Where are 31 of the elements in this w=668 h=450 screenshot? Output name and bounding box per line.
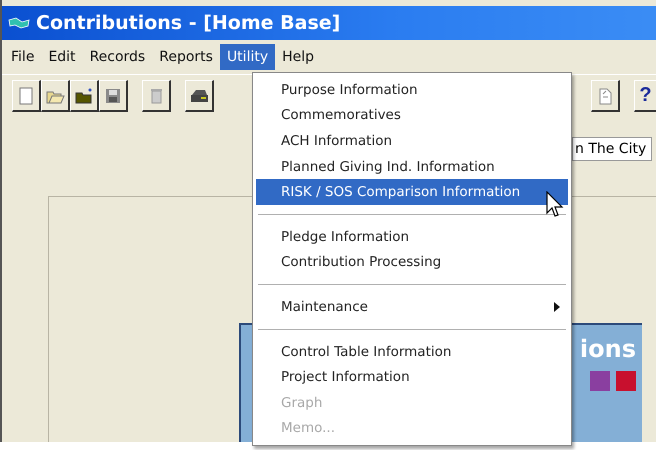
help-button[interactable]: ?: [634, 80, 656, 112]
menu-item[interactable]: Control Table Information: [256, 338, 568, 364]
square-icon: [616, 371, 636, 391]
window-title: Contributions - [Home Base]: [36, 12, 340, 34]
toolbar-button[interactable]: [41, 80, 70, 112]
menu-item[interactable]: Maintenance: [256, 294, 568, 320]
menu-bar-item[interactable]: Reports: [152, 44, 220, 70]
toolbar-button[interactable]: [591, 80, 620, 112]
menu-item[interactable]: ACH Information: [256, 128, 568, 154]
menu-bar-item[interactable]: Utility: [220, 44, 276, 70]
menu-bar-item[interactable]: Records: [82, 44, 152, 70]
folder-icon: [74, 86, 94, 106]
banner-text: ions: [580, 335, 636, 363]
menu-bar-item[interactable]: Edit: [41, 44, 83, 70]
toolbar-button[interactable]: [12, 80, 41, 112]
menu-item[interactable]: Project Information: [256, 364, 568, 390]
submenu-arrow-icon: [554, 302, 560, 312]
menu-bar-item[interactable]: Help: [275, 44, 322, 70]
toolbar-button[interactable]: [185, 80, 214, 112]
menu-item[interactable]: Pledge Information: [256, 224, 568, 250]
menu-item[interactable]: RISK / SOS Comparison Information: [256, 179, 568, 205]
toolbar-button[interactable]: [99, 80, 128, 112]
menu-item[interactable]: Contribution Processing: [256, 250, 568, 276]
menu-item[interactable]: Purpose Information: [256, 77, 568, 103]
menu-bar-item[interactable]: File: [4, 44, 42, 70]
toolbar-button[interactable]: [70, 80, 99, 112]
toolbar-button[interactable]: [142, 80, 171, 112]
menu-item[interactable]: Planned Giving Ind. Information: [256, 154, 568, 180]
square-icon: [590, 371, 610, 391]
location-field[interactable]: n The City: [572, 137, 652, 161]
menu-item[interactable]: Commemoratives: [256, 102, 568, 128]
